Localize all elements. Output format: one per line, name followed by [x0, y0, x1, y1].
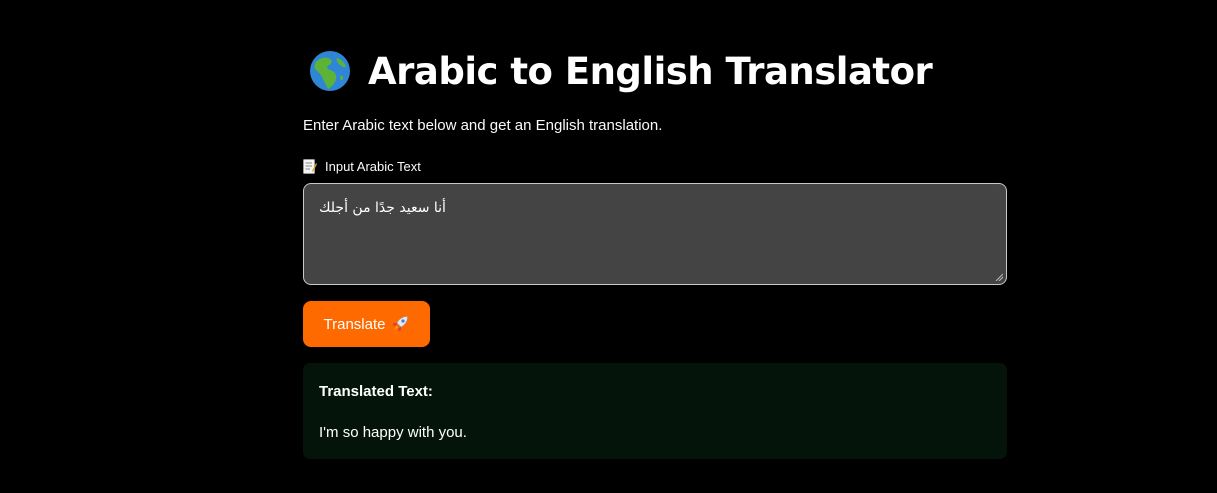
memo-icon: [303, 159, 317, 174]
input-label-text: Input Arabic Text: [325, 159, 421, 174]
rocket-icon: [392, 316, 409, 332]
result-heading: Translated Text:: [319, 383, 433, 400]
translation-result-box: Translated Text: I'm so happy with you.: [303, 363, 1007, 459]
input-label: Input Arabic Text: [303, 159, 421, 174]
arabic-input-container: أنا سعيد جدًا من أجلك: [303, 183, 1007, 285]
globe-icon: [310, 51, 350, 91]
resize-grip-icon[interactable]: [995, 273, 1003, 281]
translated-text: I'm so happy with you.: [319, 424, 467, 441]
translate-button-label: Translate: [323, 315, 386, 333]
translate-button[interactable]: Translate: [303, 301, 430, 347]
arabic-text-input[interactable]: أنا سعيد جدًا من أجلك: [304, 184, 1006, 284]
page-header: Arabic to English Translator: [309, 48, 933, 94]
page-title: Arabic to English Translator: [368, 49, 933, 93]
page-subtitle: Enter Arabic text below and get an Engli…: [303, 117, 663, 134]
